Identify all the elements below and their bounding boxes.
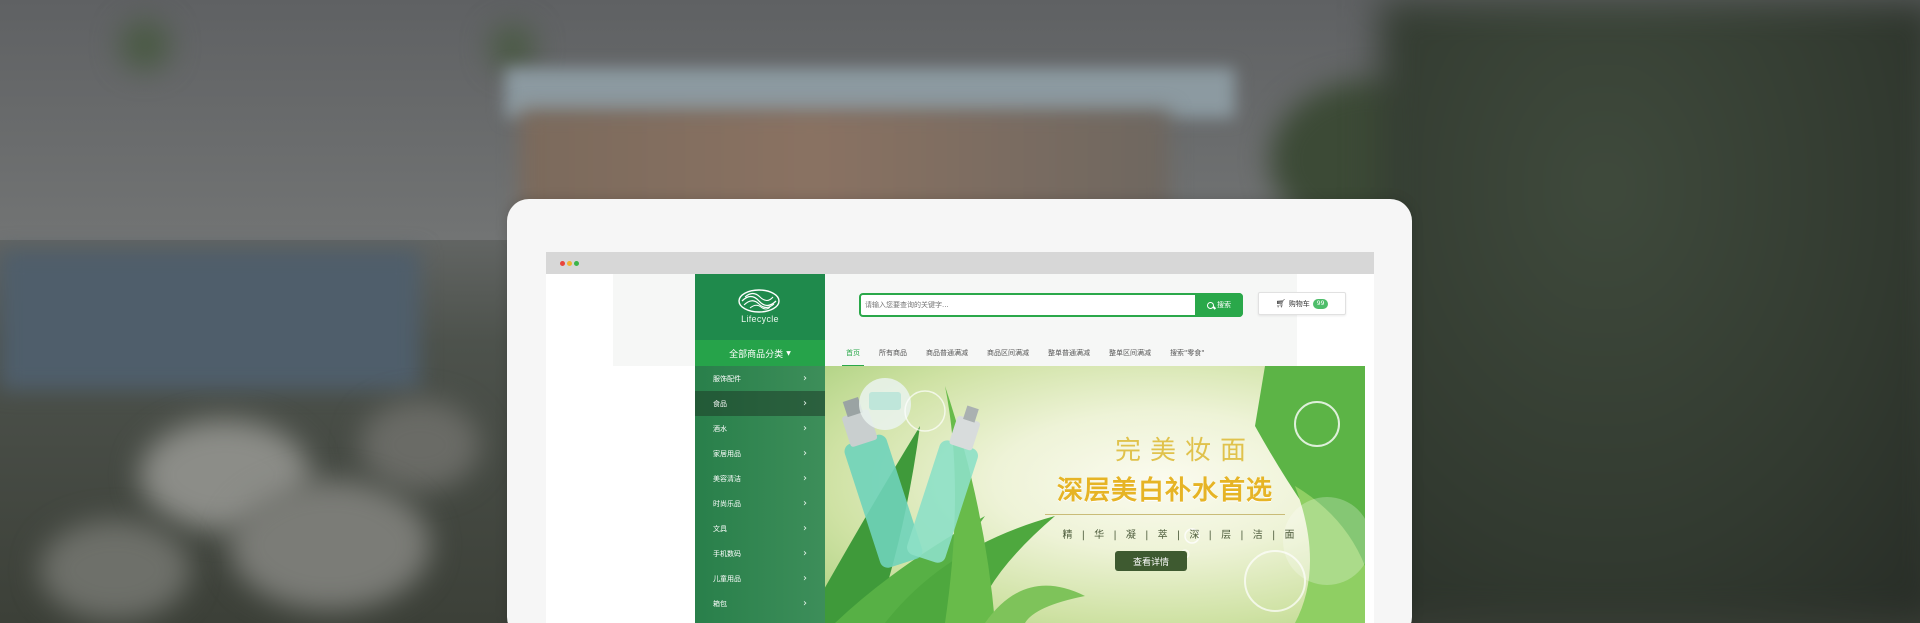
- chevron-right-icon: ›: [803, 398, 807, 409]
- cart-icon: 🛒︎: [1275, 299, 1286, 308]
- chevron-right-icon: ›: [803, 373, 807, 384]
- banner-divider: [1045, 514, 1285, 515]
- sidebar-item-label: 食品: [713, 399, 727, 408]
- chevron-right-icon: ›: [803, 598, 807, 609]
- sidebar-item[interactable]: 酒水 ›: [695, 416, 825, 441]
- sidebar-item[interactable]: 服饰配件 ›: [695, 366, 825, 391]
- sidebar-item[interactable]: 儿童用品 ›: [695, 566, 825, 591]
- nav-item-product-range-discount[interactable]: 商品区间满减: [987, 342, 1029, 364]
- category-sidebar: 服饰配件 › 食品 › 酒水 › 家居用品 › 美容清洁 › 时尚乐品 › 文具 › 手机数码…: [695, 366, 825, 623]
- background-rock: [230, 480, 430, 610]
- view-details-button[interactable]: 查看详情: [1115, 551, 1187, 571]
- chevron-right-icon: ›: [803, 473, 807, 484]
- background-wall: [0, 250, 420, 390]
- banner-title-line2: 深层美白补水首选: [1056, 476, 1273, 506]
- browser-title-bar: [546, 252, 1374, 274]
- window-minimize-dot[interactable]: [567, 261, 572, 266]
- background-rock: [360, 400, 480, 490]
- banner-title-line1: 完美妆面: [1114, 436, 1255, 466]
- all-categories-label: 全部商品分类: [729, 349, 784, 360]
- banner-tags: 精 | 华 | 凝 | 萃 | 深 | 层 | 洁 | 面: [1062, 530, 1298, 541]
- sidebar-item[interactable]: 食品 ›: [695, 391, 825, 416]
- chevron-right-icon: ›: [803, 423, 807, 434]
- background-trees: [1380, 0, 1920, 623]
- sidebar-item-label: 手机数码: [713, 549, 741, 558]
- chevron-right-icon: ›: [803, 523, 807, 534]
- all-categories-dropdown[interactable]: 全部商品分类 ▼: [695, 340, 825, 366]
- sidebar-item-label: 箱包: [713, 599, 727, 608]
- search-bar: 搜索: [859, 293, 1243, 317]
- sidebar-item-label: 文具: [713, 524, 727, 533]
- sidebar-item[interactable]: 文具 ›: [695, 516, 825, 541]
- window-close-dot[interactable]: [560, 261, 565, 266]
- sidebar-item-label: 儿童用品: [713, 574, 741, 583]
- sidebar-item[interactable]: 美容清洁 ›: [695, 466, 825, 491]
- search-button[interactable]: 搜索: [1195, 293, 1243, 317]
- search-input[interactable]: [865, 297, 1165, 313]
- sidebar-item-label: 酒水: [713, 424, 727, 433]
- cart-button[interactable]: 🛒︎ 购物车 99: [1258, 292, 1346, 315]
- chevron-right-icon: ›: [803, 448, 807, 459]
- sidebar-item[interactable]: 时尚乐品 ›: [695, 491, 825, 516]
- main-nav: 首页 所有商品 商品普通满减 商品区间满减 整单普通满减 整单区间满减 搜索"零…: [842, 342, 1223, 367]
- nav-item-all-products[interactable]: 所有商品: [879, 342, 907, 364]
- sidebar-item[interactable]: 箱包 ›: [695, 591, 825, 616]
- caret-down-icon: ▼: [786, 349, 791, 357]
- browser-screen: Lifecycle 搜索 🛒︎ 购物车 99 全部商品分类 ▼ 首页 所有商品 …: [546, 252, 1374, 623]
- cart-count-badge: 99: [1312, 298, 1329, 309]
- nav-item-order-discount[interactable]: 整单普通满减: [1048, 342, 1090, 364]
- cart-label: 购物车: [1288, 299, 1310, 308]
- nav-item-order-range-discount[interactable]: 整单区间满减: [1109, 342, 1151, 364]
- sidebar-item-label: 美容清洁: [713, 474, 741, 483]
- shop-website: Lifecycle 搜索 🛒︎ 购物车 99 全部商品分类 ▼ 首页 所有商品 …: [613, 274, 1373, 623]
- window-maximize-dot[interactable]: [574, 261, 579, 266]
- sidebar-item-label: 时尚乐品: [713, 499, 741, 508]
- chevron-right-icon: ›: [803, 573, 807, 584]
- background-palm-tree: [120, 20, 170, 70]
- logo-mark-icon: [738, 289, 780, 313]
- sidebar-item-label: 家居用品: [713, 449, 741, 458]
- nav-item-home[interactable]: 首页: [842, 342, 864, 367]
- sidebar-item[interactable]: 手机数码 ›: [695, 541, 825, 566]
- search-icon: [1207, 301, 1214, 309]
- chevron-right-icon: ›: [803, 548, 807, 559]
- sidebar-item-label: 服饰配件: [713, 374, 741, 383]
- hero-banner[interactable]: 完美妆面 深层美白补水首选 精 | 华 | 凝 | 萃 | 深 | 层 | 洁 …: [825, 366, 1365, 623]
- search-button-label: 搜索: [1217, 301, 1231, 309]
- nav-item-product-discount[interactable]: 商品普通满减: [926, 342, 968, 364]
- chevron-right-icon: ›: [803, 498, 807, 509]
- nav-item-search-snacks[interactable]: 搜索"零食": [1170, 342, 1204, 364]
- sidebar-item[interactable]: 家居用品 ›: [695, 441, 825, 466]
- background-palm-tree: [490, 25, 535, 70]
- logo-text: Lifecycle: [741, 314, 779, 324]
- background-rock: [40, 520, 190, 620]
- site-logo[interactable]: Lifecycle: [695, 274, 825, 340]
